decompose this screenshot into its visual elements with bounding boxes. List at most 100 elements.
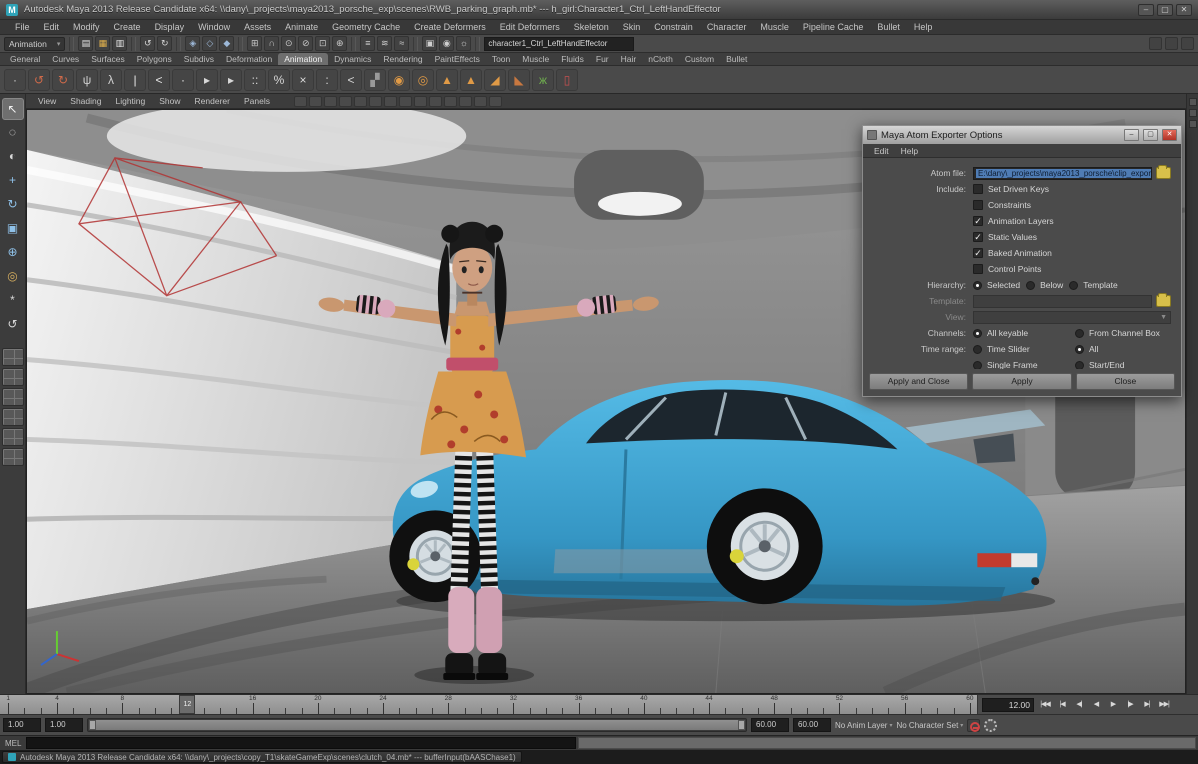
menu-window[interactable]: Window	[191, 21, 237, 33]
save-scene-icon[interactable]: ▥	[112, 36, 127, 51]
shelf-tab-hair[interactable]: Hair	[615, 53, 643, 65]
range-slider-track[interactable]	[87, 718, 747, 732]
shelf-run-cycle-icon[interactable]: ◎	[412, 69, 434, 91]
select-by-component-icon[interactable]: ◆	[219, 36, 234, 51]
shelf-motion-path-icon[interactable]: ↺	[28, 69, 50, 91]
shelf-bone-icon[interactable]: |	[124, 69, 146, 91]
panel-menu-panels[interactable]: Panels	[238, 96, 276, 106]
radio-selected[interactable]	[973, 281, 982, 290]
select-by-hierarchy-icon[interactable]: ◈	[185, 36, 200, 51]
command-line-mode-label[interactable]: MEL	[0, 739, 26, 748]
auto-keyframe-toggle[interactable]	[967, 719, 980, 732]
shelf-step-key-icon[interactable]: ▸	[196, 69, 218, 91]
panel-menu-show[interactable]: Show	[153, 96, 186, 106]
checkbox-set-driven-keys[interactable]	[973, 184, 983, 194]
gate-mask-icon[interactable]	[429, 96, 442, 107]
menu-create[interactable]: Create	[107, 21, 148, 33]
menu-help[interactable]: Help	[907, 21, 940, 33]
panel-menu-shading[interactable]: Shading	[64, 96, 107, 106]
shelf-ramp-icon[interactable]: ◢	[484, 69, 506, 91]
playback-start-field[interactable]: 1.00	[3, 718, 41, 732]
shelf-grass-icon[interactable]: ж	[532, 69, 554, 91]
select-camera-icon[interactable]	[294, 96, 307, 107]
character-set-menu[interactable]: No Character Set ▾	[896, 721, 963, 730]
animation-end-field[interactable]: 60.00	[793, 718, 831, 732]
snap-to-plane-icon[interactable]: ⊘	[298, 36, 313, 51]
shelf-ik-handle-icon[interactable]: <	[148, 69, 170, 91]
construction-history-icon[interactable]: ≈	[394, 36, 409, 51]
checkbox-animation-layers[interactable]: ✓	[973, 216, 983, 226]
browse-folder-icon[interactable]	[1156, 167, 1171, 179]
render-settings-icon[interactable]: ☼	[456, 36, 471, 51]
radio-from-channel-box[interactable]	[1075, 329, 1084, 338]
quick-selection-input[interactable]: character1_Ctrl_LeftHandEffector	[484, 37, 634, 51]
grid-icon[interactable]	[384, 96, 397, 107]
dialog-minimize-button[interactable]: –	[1124, 129, 1139, 141]
select-by-object-icon[interactable]: ◇	[202, 36, 217, 51]
open-scene-icon[interactable]: ▦	[95, 36, 110, 51]
snap-to-point-icon[interactable]: ⊙	[281, 36, 296, 51]
dialog-menu-help[interactable]: Help	[896, 146, 923, 156]
scale-tool[interactable]: ▣	[2, 218, 24, 240]
shelf-turntable-icon[interactable]: ↻	[52, 69, 74, 91]
persp-outliner-layout-button[interactable]	[2, 388, 24, 406]
shelf-tab-animation[interactable]: Animation	[278, 53, 328, 65]
dialog-maximize-button[interactable]: ▢	[1143, 129, 1158, 141]
soft-modification-tool[interactable]: ◎	[2, 266, 24, 288]
film-gate-icon[interactable]	[399, 96, 412, 107]
show-attribute-editor-icon[interactable]	[1149, 37, 1162, 50]
radio-start-end[interactable]	[1075, 361, 1084, 370]
toggle-tool-settings-icon[interactable]	[1189, 109, 1197, 117]
menu-set-selector[interactable]: Animation ▾	[4, 37, 65, 51]
step-forward-frame-button[interactable]: |▶	[1122, 697, 1138, 712]
make-live-icon[interactable]: ⊡	[315, 36, 330, 51]
radio-time-slider[interactable]	[973, 345, 982, 354]
bookmarks-icon[interactable]	[339, 96, 352, 107]
toggle-attribute-editor-icon[interactable]	[1189, 98, 1197, 106]
move-tool[interactable]: +	[2, 170, 24, 192]
menu-display[interactable]: Display	[148, 21, 192, 33]
shelf-tab-subdivs[interactable]: Subdivs	[178, 53, 220, 65]
redo-icon[interactable]: ↻	[157, 36, 172, 51]
safe-action-icon[interactable]	[459, 96, 472, 107]
image-plane-icon[interactable]	[354, 96, 367, 107]
shelf-tab-fur[interactable]: Fur	[590, 53, 615, 65]
range-handle-right[interactable]	[738, 720, 745, 730]
persp-uv-layout-button[interactable]	[2, 448, 24, 466]
two-panes-icon[interactable]	[369, 96, 382, 107]
current-frame-marker[interactable]: 12	[179, 695, 195, 714]
template-input[interactable]	[973, 295, 1152, 308]
universal-manipulator-tool[interactable]: ⊕	[2, 242, 24, 264]
four-pane-layout-button[interactable]	[2, 368, 24, 386]
shelf-tab-bullet[interactable]: Bullet	[720, 53, 753, 65]
snap-to-curve-icon[interactable]: ∩	[264, 36, 279, 51]
shelf-tab-painteffects[interactable]: PaintEffects	[429, 53, 486, 65]
shelf-tab-muscle[interactable]: Muscle	[516, 53, 555, 65]
shelf-tab-custom[interactable]: Custom	[679, 53, 720, 65]
shelf-locator-icon[interactable]: ·	[172, 69, 194, 91]
menu-create-deformers[interactable]: Create Deformers	[407, 21, 493, 33]
shelf-constraint-icon[interactable]: ×	[292, 69, 314, 91]
menu-constrain[interactable]: Constrain	[647, 21, 700, 33]
step-back-key-button[interactable]: |◀	[1054, 697, 1070, 712]
snap-to-grid-icon[interactable]: ⊞	[247, 36, 262, 51]
lasso-select-tool[interactable]: ◌	[2, 122, 24, 144]
snap-align-icon[interactable]: ⊕	[332, 36, 347, 51]
shelf-tab-curves[interactable]: Curves	[46, 53, 85, 65]
shelf-trax-icon[interactable]: ▯	[556, 69, 578, 91]
taskbar-maya-button[interactable]: Autodesk Maya 2013 Release Candidate x64…	[2, 751, 522, 763]
shelf-foot-icon[interactable]: ▲	[460, 69, 482, 91]
shelf-character-icon[interactable]: ψ	[76, 69, 98, 91]
shelf-tab-deformation[interactable]: Deformation	[220, 53, 278, 65]
show-manipulator-tool[interactable]: *	[2, 290, 24, 312]
radio-below[interactable]	[1026, 281, 1035, 290]
template-browse-folder-icon[interactable]	[1156, 295, 1171, 307]
shelf-key-pair-icon[interactable]: ::	[244, 69, 266, 91]
go-to-end-button[interactable]: ▶▶|	[1156, 697, 1172, 712]
menu-edit[interactable]: Edit	[37, 21, 67, 33]
output-connections-icon[interactable]: ≋	[377, 36, 392, 51]
single-pane-layout-button[interactable]	[2, 348, 24, 366]
play-forwards-button[interactable]: ▶	[1105, 697, 1121, 712]
menu-animate[interactable]: Animate	[278, 21, 325, 33]
shelf-tab-fluids[interactable]: Fluids	[555, 53, 590, 65]
